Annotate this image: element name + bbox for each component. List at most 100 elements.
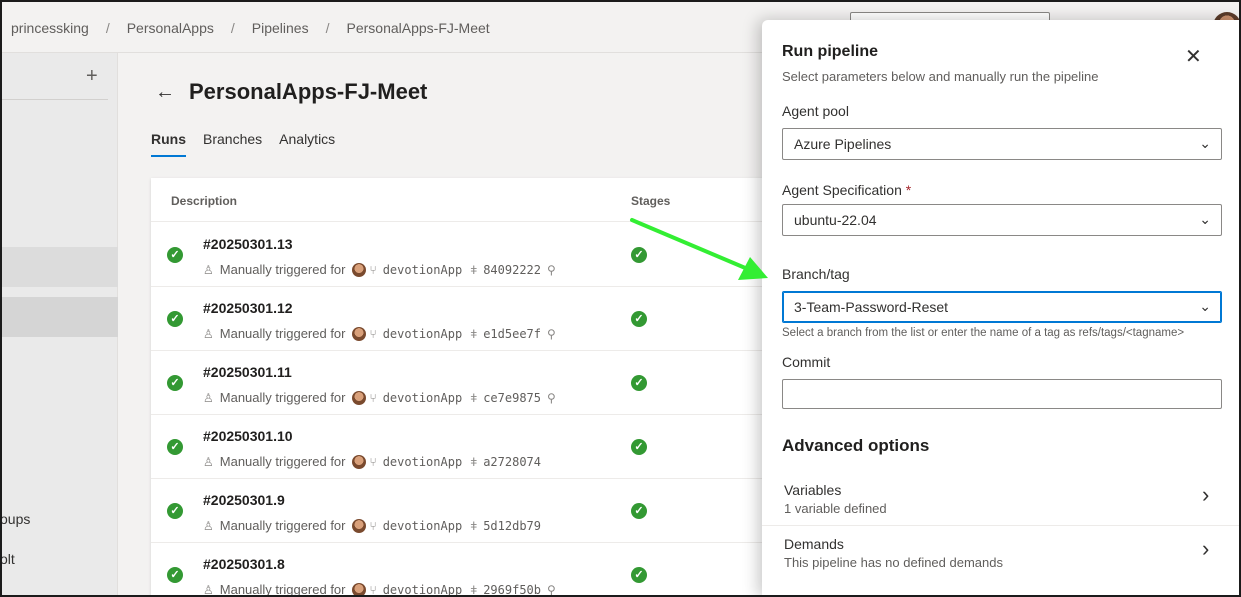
branch-input[interactable]: 3-Team-Password-Reset ⌄ [782, 291, 1222, 323]
breadcrumb-separator: / [105, 20, 110, 36]
stage-success-icon[interactable]: ✓ [631, 567, 647, 583]
annotation-arrow [630, 218, 768, 280]
run-id[interactable]: #20250301.9 [203, 492, 285, 508]
tab-analytics[interactable]: Analytics [279, 131, 335, 157]
agent-pool-value: Azure Pipelines [794, 136, 892, 152]
branch-icon: ⑂ [369, 326, 377, 341]
run-id[interactable]: #20250301.10 [203, 428, 293, 444]
pin-icon: ⚲ [547, 390, 556, 405]
person-icon: ♙ [203, 582, 214, 597]
chevron-down-icon[interactable]: ⌄ [1199, 298, 1211, 315]
breadcrumb-pipeline[interactable]: PersonalApps-FJ-Meet [347, 20, 490, 36]
variables-title: Variables [784, 482, 842, 498]
success-check-icon: ✓ [167, 311, 183, 327]
sidebar-item-highlight[interactable] [0, 247, 118, 287]
run-id[interactable]: #20250301.8 [203, 556, 285, 572]
stage-success-icon[interactable]: ✓ [631, 439, 647, 455]
chevron-right-icon: › [1202, 536, 1210, 561]
close-icon[interactable]: ✕ [1185, 44, 1202, 69]
avatar [351, 262, 366, 277]
pin-icon: ⚲ [547, 582, 556, 597]
agent-spec-value: ubuntu-22.04 [794, 212, 877, 228]
chevron-down-icon: ⌄ [1199, 211, 1211, 227]
breadcrumb-separator: / [325, 20, 330, 36]
table-row[interactable]: ✓ #20250301.8 ♙ Manually triggered for ⑂ devo… [151, 543, 791, 597]
table-row[interactable]: ✓ #20250301.12 ♙ Manually triggered for ⑂ dev… [151, 287, 791, 351]
sidebar-item-selected[interactable] [0, 297, 118, 337]
run-id[interactable]: #20250301.12 [203, 300, 293, 316]
breadcrumb-pipelines[interactable]: Pipelines [252, 20, 309, 36]
demands-option[interactable]: Demands This pipeline has no defined dem… [762, 526, 1241, 580]
branch-icon: ⑂ [369, 518, 377, 533]
trigger-text: Manually triggered for [219, 582, 346, 597]
commit-label: Commit [782, 354, 831, 370]
run-meta: ♙ Manually triggered for ⑂ devotionApp ǂ a272… [203, 454, 541, 469]
variables-option[interactable]: Variables 1 variable defined › [762, 472, 1241, 526]
commit-hash: ce7e9875 [483, 390, 541, 405]
run-meta: ♙ Manually triggered for ⑂ devotionApp ǂ 2969… [203, 582, 562, 597]
branch-helper-text: Select a branch from the list or enter t… [782, 327, 1185, 339]
table-row[interactable]: ✓ #20250301.11 ♙ Manually triggered for ⑂ dev… [151, 351, 791, 415]
success-check-icon: ✓ [167, 247, 183, 263]
column-header-stages: Stages [631, 194, 671, 208]
tab-bar: Runs Branches Analytics [151, 131, 352, 157]
required-mark: * [905, 182, 912, 198]
chevron-right-icon: › [1202, 482, 1210, 507]
run-pipeline-panel: Run pipeline Select parameters below and… [762, 20, 1241, 597]
variables-subtitle: 1 variable defined [784, 501, 887, 516]
commit-hash: 2969f50b [483, 582, 541, 597]
success-check-icon: ✓ [167, 375, 183, 391]
trigger-text: Manually triggered for [219, 262, 346, 277]
run-id[interactable]: #20250301.11 [203, 364, 292, 380]
breadcrumb-project[interactable]: PersonalApps [127, 20, 214, 36]
commit-icon: ǂ [470, 326, 478, 341]
stage-success-icon[interactable]: ✓ [631, 503, 647, 519]
person-icon: ♙ [203, 262, 214, 277]
stage-success-icon[interactable]: ✓ [631, 311, 647, 327]
branch-icon: ⑂ [369, 582, 377, 597]
agent-spec-label-text: Agent Specification [782, 182, 902, 198]
repo-name: devotionApp [382, 326, 463, 341]
branch-icon: ⑂ [369, 262, 377, 277]
run-meta: ♙ Manually triggered for ⑂ devotionApp ǂ e1d5… [203, 326, 562, 341]
panel-subtitle: Select parameters below and manually run… [782, 69, 1099, 84]
tab-runs[interactable]: Runs [151, 131, 186, 157]
agent-spec-label: Agent Specification * [782, 182, 911, 198]
sidebar-divider [0, 99, 108, 100]
back-arrow-icon[interactable]: ← [155, 81, 175, 104]
sidebar-item-vault[interactable]: olt [0, 551, 15, 567]
avatar [351, 518, 366, 533]
demands-title: Demands [784, 536, 844, 552]
sidebar-item-groups[interactable]: oups [0, 511, 30, 527]
table-row[interactable]: ✓ #20250301.9 ♙ Manually triggered for ⑂ devo… [151, 479, 791, 543]
commit-input[interactable] [782, 379, 1222, 409]
agent-pool-label: Agent pool [782, 103, 849, 119]
pin-icon: ⚲ [547, 262, 556, 277]
agent-spec-select[interactable]: ubuntu-22.04 ⌄ [782, 204, 1222, 236]
run-meta: ♙ Manually triggered for ⑂ devotionApp ǂ ce7e… [203, 390, 562, 405]
advanced-options-heading: Advanced options [782, 436, 930, 455]
commit-icon: ǂ [470, 518, 478, 533]
repo-name: devotionApp [382, 582, 463, 597]
column-header-description: Description [171, 194, 238, 208]
trigger-text: Manually triggered for [219, 326, 346, 341]
trigger-text: Manually triggered for [219, 518, 346, 533]
commit-icon: ǂ [470, 390, 478, 405]
success-check-icon: ✓ [167, 567, 183, 583]
stage-success-icon[interactable]: ✓ [631, 375, 647, 391]
commit-icon: ǂ [470, 454, 478, 469]
success-check-icon: ✓ [167, 503, 183, 519]
main-content: ← PersonalApps-FJ-Meet Runs Branches Ana… [119, 53, 791, 597]
add-icon[interactable]: + [86, 65, 98, 88]
breadcrumb-separator: / [230, 20, 235, 36]
agent-pool-select[interactable]: Azure Pipelines ⌄ [782, 128, 1222, 160]
table-row[interactable]: ✓ #20250301.10 ♙ Manually triggered for ⑂ dev… [151, 415, 791, 479]
repo-name: devotionApp [382, 390, 463, 405]
breadcrumb-org[interactable]: princessking [11, 20, 89, 36]
person-icon: ♙ [203, 326, 214, 341]
trigger-text: Manually triggered for [219, 454, 346, 469]
commit-icon: ǂ [470, 262, 478, 277]
run-id[interactable]: #20250301.13 [203, 236, 293, 252]
tab-branches[interactable]: Branches [203, 131, 262, 157]
avatar [351, 582, 366, 597]
